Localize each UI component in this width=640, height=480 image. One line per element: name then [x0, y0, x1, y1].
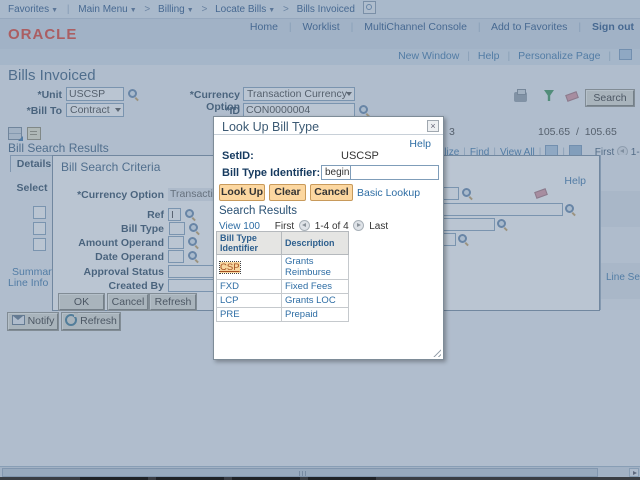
table-header-row: Bill Type Identifier Description [217, 232, 349, 255]
close-icon[interactable]: × [427, 120, 439, 132]
table-row: FXD Fixed Fees [217, 280, 349, 294]
identifier-label: Bill Type Identifier: [222, 167, 320, 179]
setid-value: USCSP [341, 150, 379, 162]
table-row: LCP Grants LOC [217, 294, 349, 308]
bill-type-link-pre[interactable]: PRE [220, 309, 240, 320]
bill-type-desc-link[interactable]: Prepaid [285, 309, 318, 320]
bill-type-link-lcp[interactable]: LCP [220, 295, 238, 306]
look-up-button[interactable]: Look Up [219, 184, 265, 201]
next-page-icon[interactable] [353, 220, 364, 231]
modal-cancel-button[interactable]: Cancel [310, 184, 353, 201]
modal-titlebar: Look Up Bill Type × [214, 117, 443, 135]
setid-label: SetID: [222, 150, 254, 162]
bill-type-link-csp[interactable]: CSP [220, 262, 240, 273]
search-results-title: Search Results [219, 205, 297, 217]
column-header-identifier[interactable]: Bill Type Identifier [217, 232, 282, 255]
basic-lookup-link[interactable]: Basic Lookup [357, 187, 420, 199]
table-row: CSP Grants Reimburse [217, 255, 349, 280]
modal-title: Look Up Bill Type [222, 120, 319, 134]
identifier-search-input[interactable] [350, 165, 439, 180]
modal-help-link[interactable]: Help [409, 138, 431, 150]
column-header-description[interactable]: Description [282, 232, 349, 255]
pager-last: Last [369, 221, 388, 232]
bill-type-desc-link[interactable]: Grants Reimburse [285, 256, 331, 278]
lookup-bill-type-modal: Look Up Bill Type × Help SetID: USCSP Bi… [213, 116, 444, 360]
clear-button[interactable]: Clear [269, 184, 306, 201]
table-row: PRE Prepaid [217, 308, 349, 322]
previous-page-icon[interactable] [299, 220, 310, 231]
bill-type-link-fxd[interactable]: FXD [220, 281, 239, 292]
resize-grip-icon[interactable] [433, 349, 441, 357]
lookup-results-table: Bill Type Identifier Description CSP Gra… [216, 231, 349, 322]
bill-type-desc-link[interactable]: Grants LOC [285, 295, 336, 306]
application-window: Favorites▼ | Main Menu▼ > Billing▼ > Loc… [0, 0, 640, 480]
bill-type-desc-link[interactable]: Fixed Fees [285, 281, 332, 292]
